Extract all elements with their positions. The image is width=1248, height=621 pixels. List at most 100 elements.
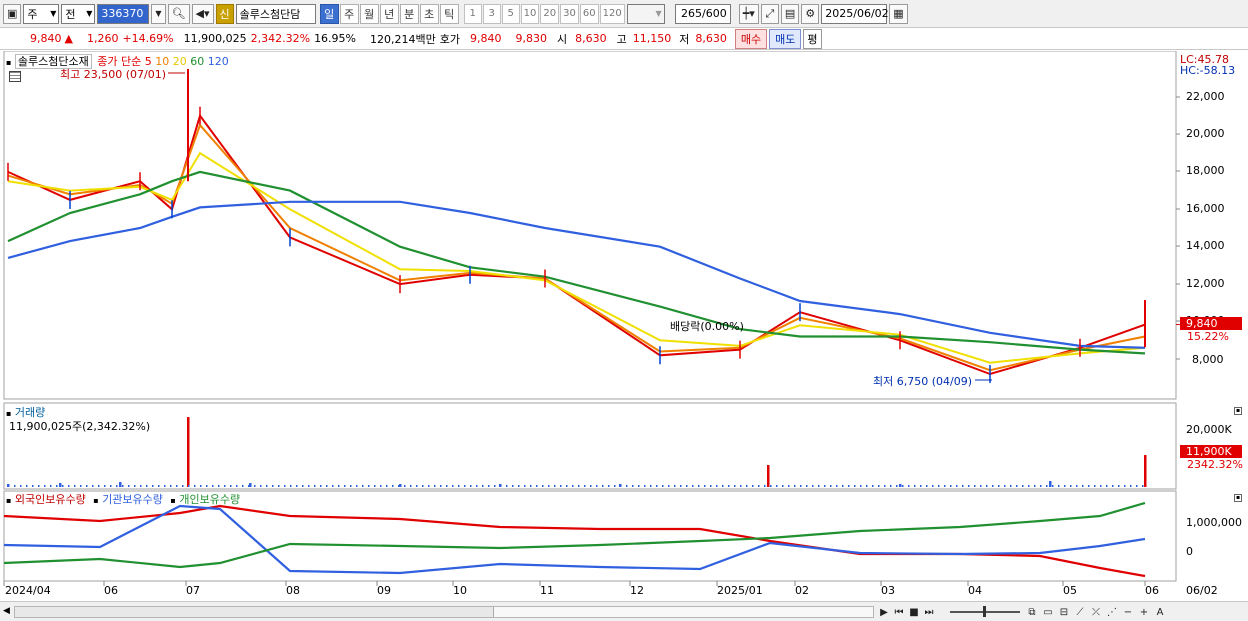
volume-bar [122, 485, 124, 487]
stock-code-input[interactable]: 336370 [97, 3, 150, 24]
fib-tool-icon[interactable]: ⤫ [1090, 605, 1102, 619]
volume-bar [1049, 481, 1052, 487]
volume-bar [56, 485, 58, 487]
font-size-icon[interactable]: A [1154, 605, 1166, 619]
volume-bar [614, 485, 616, 487]
trend-tool-icon[interactable]: ⋰ [1106, 605, 1118, 619]
volume-bar [68, 485, 70, 487]
collapse-icon[interactable]: ▪ [6, 496, 11, 505]
window-icon[interactable]: ▭ [1042, 605, 1054, 619]
horizontal-scrollbar[interactable] [14, 606, 874, 618]
chart-canvas[interactable] [0, 51, 1248, 601]
scroll-right-icon[interactable]: ▶ [878, 605, 890, 619]
search-icon[interactable]: 🔍︎ [167, 3, 190, 24]
chevron-down-icon[interactable]: ▼ [50, 9, 58, 18]
gear-icon[interactable]: ⚙ [801, 3, 820, 24]
stop-icon[interactable]: ■ [908, 605, 920, 619]
interval-3[interactable]: 3 [482, 3, 501, 24]
collapse-icon[interactable]: ▪ [93, 496, 98, 505]
scroll-left-icon[interactable]: ◀ [3, 606, 10, 616]
interval-20[interactable]: 20 [540, 3, 560, 24]
count-field[interactable]: 265/600 [674, 3, 731, 24]
sell-button[interactable]: 매도 [769, 28, 802, 49]
sound-icon[interactable]: ◀▾ [191, 3, 214, 24]
window-menu-icon[interactable]: ▣ [3, 3, 22, 24]
volume-bar [1046, 485, 1048, 487]
layout-icon[interactable]: ⊟ [1058, 605, 1070, 619]
interval-5[interactable]: 5 [501, 3, 520, 24]
volume-bar [674, 485, 676, 487]
interval-30[interactable]: 30 [560, 3, 579, 24]
code-dropdown-icon[interactable]: ▼ [151, 3, 166, 24]
table-icon[interactable] [9, 71, 21, 82]
interval-buttons: 1 3 5 10 20 30 60 120 [463, 3, 625, 24]
interval-1[interactable]: 1 [463, 3, 482, 24]
volume-bar [902, 485, 904, 487]
volume-bar [104, 485, 106, 487]
zoom-slider-handle[interactable] [983, 606, 986, 617]
save-icon[interactable]: ▤ [780, 3, 800, 24]
volume-bar [230, 485, 232, 487]
chevron-down-icon[interactable]: ▼ [656, 9, 664, 18]
interval-120[interactable]: 120 [599, 3, 625, 24]
period-year[interactable]: 년 [379, 3, 399, 24]
volume-bar [1010, 485, 1012, 487]
period-week[interactable]: 주 [339, 3, 359, 24]
low-annotation: 최저 6,750 (04/09) [873, 375, 973, 388]
volume-bar [800, 485, 802, 487]
interval-select[interactable]: ▼ [626, 3, 665, 24]
volume-bar [776, 485, 778, 487]
candle-type-icon[interactable]: ┿▾ [738, 3, 759, 24]
period-day[interactable]: 일 [319, 3, 339, 24]
volume-bar [770, 485, 772, 487]
ma-10-line [7, 123, 1146, 372]
volume-bar [956, 485, 958, 487]
volume-bar [206, 485, 208, 487]
panel-close-icon[interactable]: ▪ [1234, 407, 1242, 415]
interval-10[interactable]: 10 [520, 3, 540, 24]
calendar-icon[interactable]: ▦ [889, 3, 908, 24]
x-label-2025-01: 2025/01 [717, 584, 763, 597]
period-tick[interactable]: 틱 [439, 3, 459, 24]
scrollbar-thumb[interactable] [493, 607, 873, 617]
volume-bar [386, 485, 388, 487]
volume-bar [524, 485, 526, 487]
fast-forward-icon[interactable]: ⏭ [923, 605, 935, 619]
volume-bar [1034, 485, 1036, 487]
draw-tool-icon[interactable]: ⤢ [760, 3, 779, 24]
date-field[interactable]: 2025/06/02 [821, 3, 889, 24]
zoom-in-icon[interactable]: + [1138, 605, 1150, 619]
zoom-out-icon[interactable]: − [1122, 605, 1134, 619]
volume-bar [212, 485, 214, 487]
market-select[interactable]: 주 ▼ [23, 3, 60, 24]
eval-button[interactable]: 평 [803, 28, 822, 49]
chevron-down-icon[interactable]: ▼ [86, 9, 94, 18]
period-second[interactable]: 초 [419, 3, 439, 24]
collapse-icon[interactable]: ▪ [6, 58, 11, 67]
volume-bar [1022, 485, 1024, 487]
scope-select[interactable]: 전 ▼ [61, 3, 96, 24]
line-tool-icon[interactable]: ⟋ [1074, 605, 1086, 619]
volume-bar [236, 485, 238, 487]
volume-bar [860, 485, 862, 487]
chart-area[interactable]: ▪ 솔루스첨단소재 종가 단순 5 10 20 60 120 최고 23,500… [0, 51, 1248, 601]
period-minute[interactable]: 분 [399, 3, 419, 24]
price-tick-8000: 8,000 [1192, 353, 1224, 366]
interval-60[interactable]: 60 [579, 3, 599, 24]
price-tick-20000: 20,000 [1186, 127, 1225, 140]
collapse-icon[interactable]: ▪ [6, 409, 11, 418]
price-tick-16000: 16,000 [1186, 202, 1225, 215]
price-tick-18000: 18,000 [1186, 164, 1225, 177]
buy-button[interactable]: 매수 [734, 28, 768, 49]
x-label-05: 05 [1063, 584, 1077, 597]
collapse-icon[interactable]: ▪ [170, 496, 175, 505]
volume-bar [482, 485, 484, 487]
panel-close-icon[interactable]: ▪ [1234, 494, 1242, 502]
period-month[interactable]: 월 [359, 3, 379, 24]
rewind-icon[interactable]: ⏮ [893, 605, 905, 619]
copy-icon[interactable]: ⧉ [1026, 605, 1038, 619]
volume-bar [38, 485, 40, 487]
volume-bar [59, 483, 62, 487]
volume-bar [554, 485, 556, 487]
volume-bar [188, 485, 190, 487]
